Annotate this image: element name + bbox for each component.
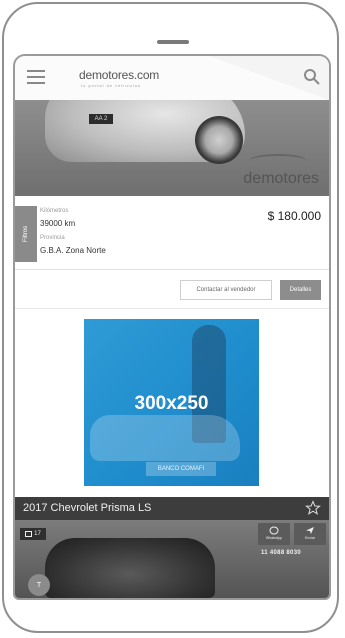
- ad-bank-logo: BANCO COMAFI: [146, 462, 216, 476]
- listing-title[interactable]: 2017 Chevrolet Prisma LS: [23, 502, 151, 514]
- whatsapp-badge: WhatsApp: [258, 523, 290, 545]
- ad-background-text: [90, 323, 179, 336]
- divider: [15, 308, 329, 309]
- province-value: G.B.A. Zona Norte: [40, 246, 106, 255]
- listing-info: [15, 196, 329, 266]
- menu-icon[interactable]: [27, 70, 45, 84]
- screen: AA 2 demotores demotores.com tu portal d…: [13, 54, 331, 600]
- km-label: Kilómetros: [40, 208, 69, 214]
- license-plate: AA 2: [89, 114, 113, 124]
- divider: [15, 269, 329, 270]
- brand-swoosh: [249, 154, 307, 168]
- ad-banner[interactable]: 300x250 BANCO COMAFI: [84, 319, 259, 486]
- whatsapp-label: WhatsApp: [265, 536, 283, 540]
- filters-tab[interactable]: Filtros: [15, 206, 37, 262]
- send-label: Enviar: [305, 536, 315, 540]
- dealer-phone-number: 11 4088 8030: [261, 550, 301, 556]
- photo-count: 17: [34, 531, 41, 537]
- send-icon: [306, 527, 314, 534]
- listing-price: $ 180.000: [267, 209, 321, 223]
- photo-count-badge: 17: [20, 528, 46, 540]
- contact-seller-button[interactable]: Contactar al vendedor: [180, 280, 272, 300]
- top-header: demotores.com tu portal de vehículos: [15, 56, 329, 100]
- floating-action-button[interactable]: T: [28, 574, 50, 596]
- phone-speaker: [157, 40, 189, 44]
- photo-watermark: demotores: [243, 170, 319, 187]
- site-logo[interactable]: demotores.com: [79, 68, 159, 82]
- km-value: 39000 km: [40, 219, 76, 228]
- car-image: [45, 538, 215, 598]
- favorite-star-icon[interactable]: [305, 500, 321, 516]
- details-button[interactable]: Detalles: [280, 280, 321, 300]
- ad-size-label: 300x250: [134, 393, 209, 414]
- ad-car-image: [90, 415, 240, 461]
- send-badge: Enviar: [294, 523, 326, 545]
- car-wheel: [195, 116, 243, 164]
- whatsapp-icon: [269, 526, 279, 535]
- logo-tagline: tu portal de vehículos: [81, 83, 142, 88]
- search-icon[interactable]: [303, 68, 321, 86]
- province-label: Provincia: [40, 235, 65, 241]
- camera-icon: [25, 531, 33, 537]
